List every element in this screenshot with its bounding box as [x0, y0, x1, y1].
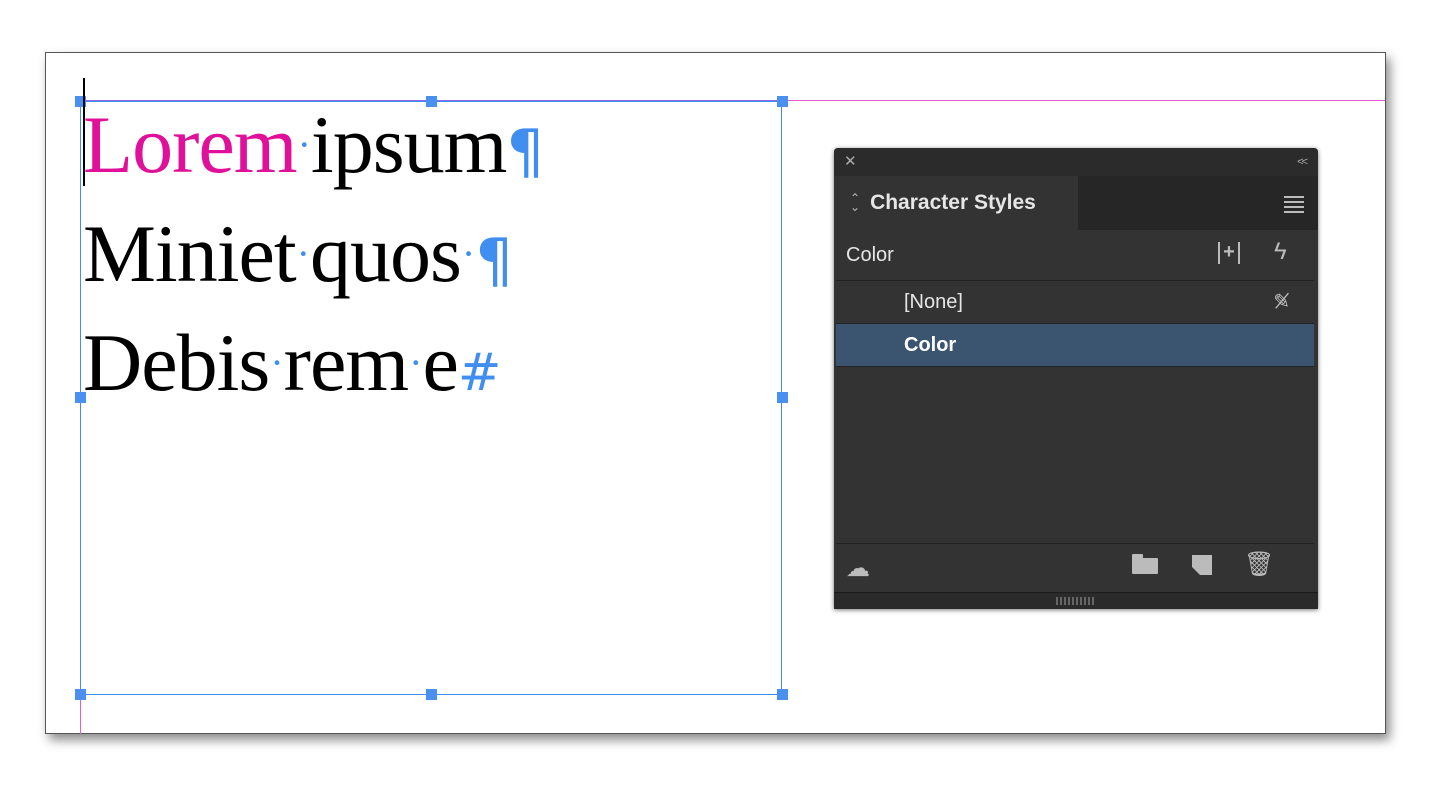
space-marker: · [297, 122, 311, 167]
space-marker: · [270, 340, 283, 385]
trash-icon[interactable]: 🗑 [1244, 550, 1274, 579]
frame-handle-bottom-center[interactable] [426, 689, 437, 700]
resize-grip-icon[interactable] [1056, 597, 1094, 605]
lightning-icon[interactable]: ϟ [1274, 238, 1287, 266]
list-item-none[interactable]: [None] ✎̸ [836, 281, 1314, 324]
word-e[interactable]: e [422, 317, 458, 408]
new-style-icon[interactable] [1191, 555, 1212, 576]
space-marker: · [296, 231, 310, 276]
text-line-3[interactable]: Debis·rem·e# [83, 322, 502, 404]
frame-handle-bottom-left[interactable] [75, 689, 86, 700]
list-item-color[interactable]: Color [836, 324, 1314, 367]
frame-handle-middle-right[interactable] [777, 392, 788, 403]
space-marker: · [461, 231, 475, 276]
up-down-arrows-icon[interactable]: ⌃ ⌄ [850, 192, 860, 213]
styles-list: [None] ✎̸ Color [836, 280, 1314, 544]
cloud-icon[interactable]: ☁ [846, 554, 870, 583]
character-styles-panel: ✕ << ⌃ ⌄ Character Styles Color + ϟ [None… [834, 148, 1318, 609]
current-style-label: Color [846, 243, 894, 266]
current-style-row: Color + ϟ [834, 230, 1318, 280]
tab-label: Character Styles [870, 191, 1036, 214]
panel-title-bar[interactable]: ✕ << [834, 148, 1318, 176]
end-of-story-mark: # [457, 343, 502, 403]
word-quos[interactable]: quos [310, 208, 462, 299]
frame-handle-top-right[interactable] [777, 96, 788, 107]
close-icon[interactable]: ✕ [844, 153, 857, 171]
pilcrow-mark: ¶ [475, 226, 513, 296]
new-group-icon[interactable]: + [1218, 242, 1240, 264]
space-marker: · [409, 340, 422, 385]
word-rem[interactable]: rem [284, 317, 409, 408]
panel-resize-bar[interactable] [834, 592, 1318, 609]
panel-menu-icon[interactable] [1284, 196, 1304, 216]
text-line-2[interactable]: Miniet·quos·¶ [83, 213, 513, 296]
word-ipsum[interactable]: ipsum [311, 99, 507, 190]
panel-footer: ☁ 🗑 [834, 544, 1318, 592]
pencil-slash-icon: ✎̸ [1273, 291, 1290, 313]
list-item-label: Color [904, 333, 957, 356]
list-item-label: [None] [904, 290, 963, 313]
frame-handle-bottom-right[interactable] [777, 689, 788, 700]
word-miniet[interactable]: Miniet [83, 208, 297, 299]
collapse-icon[interactable]: << [1297, 153, 1308, 171]
folder-icon[interactable] [1132, 554, 1158, 574]
word-debis[interactable]: Debis [83, 317, 270, 408]
word-lorem[interactable]: Lorem [83, 99, 298, 190]
tab-character-styles[interactable]: ⌃ ⌄ Character Styles [834, 176, 1078, 230]
pilcrow-mark: ¶ [506, 117, 544, 187]
text-line-1[interactable]: Lorem·ipsum¶ [83, 104, 545, 187]
